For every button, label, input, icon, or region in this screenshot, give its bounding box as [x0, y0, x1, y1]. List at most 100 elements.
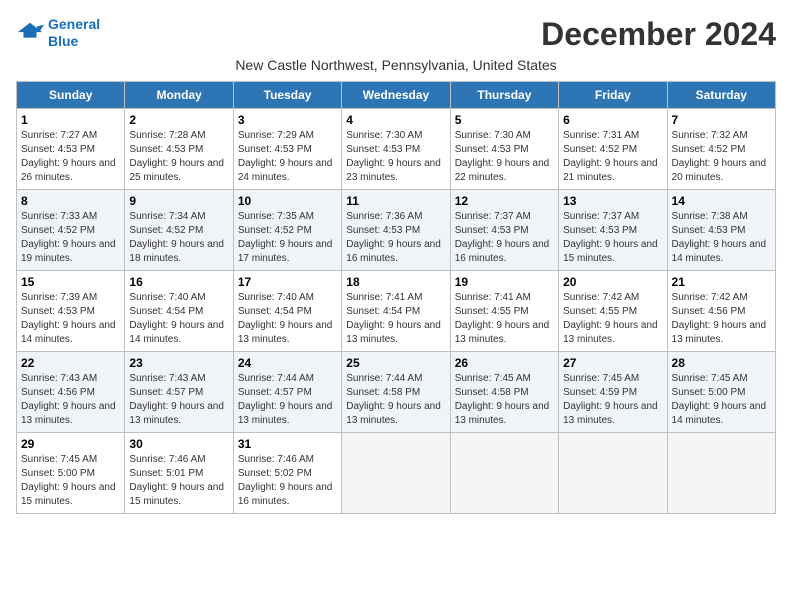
calendar-cell: 27 Sunrise: 7:45 AMSunset: 4:59 PMDayligh…: [559, 352, 667, 433]
weekday-header-thursday: Thursday: [450, 82, 558, 109]
day-info: Sunrise: 7:30 AMSunset: 4:53 PMDaylight:…: [455, 129, 554, 185]
calendar-cell: [559, 433, 667, 514]
day-number: 22: [21, 356, 120, 370]
day-number: 23: [129, 356, 228, 370]
calendar-cell: 30 Sunrise: 7:46 AMSunset: 5:01 PMDayligh…: [125, 433, 233, 514]
day-number: 19: [455, 275, 554, 289]
day-number: 13: [563, 194, 662, 208]
weekday-header-sunday: Sunday: [17, 82, 125, 109]
calendar-cell: 17 Sunrise: 7:40 AMSunset: 4:54 PMDayligh…: [233, 271, 341, 352]
calendar-cell: 20 Sunrise: 7:42 AMSunset: 4:55 PMDayligh…: [559, 271, 667, 352]
day-number: 28: [672, 356, 771, 370]
month-title: December 2024: [541, 16, 776, 53]
location-title: New Castle Northwest, Pennsylvania, Unit…: [16, 57, 776, 73]
calendar-cell: 22Sunrise: 7:43 AMSunset: 4:56 PMDayligh…: [17, 352, 125, 433]
day-number: 2: [129, 113, 228, 127]
day-number: 25: [346, 356, 445, 370]
day-info: Sunrise: 7:46 AMSunset: 5:01 PMDaylight:…: [129, 453, 228, 509]
day-info: Sunrise: 7:37 AMSunset: 4:53 PMDaylight:…: [455, 210, 554, 266]
calendar-cell: [450, 433, 558, 514]
calendar-cell: [342, 433, 450, 514]
day-number: 18: [346, 275, 445, 289]
calendar-cell: 18 Sunrise: 7:41 AMSunset: 4:54 PMDayligh…: [342, 271, 450, 352]
calendar-week-row: 1 Sunrise: 7:27 AMSunset: 4:53 PMDaylight…: [17, 109, 776, 190]
day-info: Sunrise: 7:28 AMSunset: 4:53 PMDaylight:…: [129, 129, 228, 185]
day-info: Sunrise: 7:30 AMSunset: 4:53 PMDaylight:…: [346, 129, 445, 185]
calendar-cell: 14 Sunrise: 7:38 AMSunset: 4:53 PMDayligh…: [667, 190, 775, 271]
day-info: Sunrise: 7:45 AMSunset: 5:00 PMDaylight:…: [21, 453, 120, 509]
page-header: GeneralBlue December 2024: [16, 16, 776, 53]
calendar-cell: 29 Sunrise: 7:45 AMSunset: 5:00 PMDayligh…: [17, 433, 125, 514]
day-number: 30: [129, 437, 228, 451]
calendar-cell: 7 Sunrise: 7:32 AMSunset: 4:52 PMDaylight…: [667, 109, 775, 190]
logo: GeneralBlue: [16, 16, 100, 50]
day-info: Sunrise: 7:43 AMSunset: 4:57 PMDaylight:…: [129, 372, 228, 428]
day-info: Sunrise: 7:41 AMSunset: 4:54 PMDaylight:…: [346, 291, 445, 347]
calendar-cell: 19Sunrise: 7:41 AMSunset: 4:55 PMDayligh…: [450, 271, 558, 352]
day-number: 9: [129, 194, 228, 208]
day-info: Sunrise: 7:37 AMSunset: 4:53 PMDaylight:…: [563, 210, 662, 266]
calendar-week-row: 22Sunrise: 7:43 AMSunset: 4:56 PMDayligh…: [17, 352, 776, 433]
day-info: Sunrise: 7:42 AMSunset: 4:55 PMDaylight:…: [563, 291, 662, 347]
day-number: 5: [455, 113, 554, 127]
day-info: Sunrise: 7:32 AMSunset: 4:52 PMDaylight:…: [672, 129, 771, 185]
day-info: Sunrise: 7:42 AMSunset: 4:56 PMDaylight:…: [672, 291, 771, 347]
calendar-header-row: SundayMondayTuesdayWednesdayThursdayFrid…: [17, 82, 776, 109]
day-number: 1: [21, 113, 120, 127]
day-info: Sunrise: 7:44 AMSunset: 4:57 PMDaylight:…: [238, 372, 337, 428]
calendar-cell: 6Sunrise: 7:31 AMSunset: 4:52 PMDaylight…: [559, 109, 667, 190]
calendar-cell: [667, 433, 775, 514]
day-number: 31: [238, 437, 337, 451]
calendar-table: SundayMondayTuesdayWednesdayThursdayFrid…: [16, 81, 776, 514]
day-number: 8: [21, 194, 120, 208]
day-number: 14: [672, 194, 771, 208]
day-number: 10: [238, 194, 337, 208]
calendar-cell: 3 Sunrise: 7:29 AMSunset: 4:53 PMDaylight…: [233, 109, 341, 190]
day-number: 4: [346, 113, 445, 127]
calendar-cell: 26 Sunrise: 7:45 AMSunset: 4:58 PMDayligh…: [450, 352, 558, 433]
day-number: 21: [672, 275, 771, 289]
calendar-cell: 31 Sunrise: 7:46 AMSunset: 5:02 PMDayligh…: [233, 433, 341, 514]
day-info: Sunrise: 7:33 AMSunset: 4:52 PMDaylight:…: [21, 210, 120, 266]
day-info: Sunrise: 7:27 AMSunset: 4:53 PMDaylight:…: [21, 129, 120, 185]
day-info: Sunrise: 7:34 AMSunset: 4:52 PMDaylight:…: [129, 210, 228, 266]
calendar-cell: 16 Sunrise: 7:40 AMSunset: 4:54 PMDayligh…: [125, 271, 233, 352]
calendar-cell: 10 Sunrise: 7:35 AMSunset: 4:52 PMDayligh…: [233, 190, 341, 271]
day-info: Sunrise: 7:31 AMSunset: 4:52 PMDaylight:…: [563, 129, 662, 185]
calendar-cell: 13 Sunrise: 7:37 AMSunset: 4:53 PMDayligh…: [559, 190, 667, 271]
day-info: Sunrise: 7:35 AMSunset: 4:52 PMDaylight:…: [238, 210, 337, 266]
day-number: 16: [129, 275, 228, 289]
day-info: Sunrise: 7:45 AMSunset: 5:00 PMDaylight:…: [672, 372, 771, 428]
calendar-cell: 15 Sunrise: 7:39 AMSunset: 4:53 PMDayligh…: [17, 271, 125, 352]
day-info: Sunrise: 7:45 AMSunset: 4:58 PMDaylight:…: [455, 372, 554, 428]
day-number: 7: [672, 113, 771, 127]
day-info: Sunrise: 7:44 AMSunset: 4:58 PMDaylight:…: [346, 372, 445, 428]
calendar-cell: 1 Sunrise: 7:27 AMSunset: 4:53 PMDaylight…: [17, 109, 125, 190]
day-number: 17: [238, 275, 337, 289]
day-info: Sunrise: 7:39 AMSunset: 4:53 PMDaylight:…: [21, 291, 120, 347]
day-number: 20: [563, 275, 662, 289]
calendar-week-row: 8 Sunrise: 7:33 AMSunset: 4:52 PMDaylight…: [17, 190, 776, 271]
weekday-header-friday: Friday: [559, 82, 667, 109]
calendar-week-row: 29 Sunrise: 7:45 AMSunset: 5:00 PMDayligh…: [17, 433, 776, 514]
day-info: Sunrise: 7:38 AMSunset: 4:53 PMDaylight:…: [672, 210, 771, 266]
day-info: Sunrise: 7:40 AMSunset: 4:54 PMDaylight:…: [129, 291, 228, 347]
day-number: 15: [21, 275, 120, 289]
day-number: 29: [21, 437, 120, 451]
weekday-header-monday: Monday: [125, 82, 233, 109]
day-info: Sunrise: 7:29 AMSunset: 4:53 PMDaylight:…: [238, 129, 337, 185]
calendar-cell: 23 Sunrise: 7:43 AMSunset: 4:57 PMDayligh…: [125, 352, 233, 433]
day-number: 3: [238, 113, 337, 127]
day-info: Sunrise: 7:46 AMSunset: 5:02 PMDaylight:…: [238, 453, 337, 509]
day-info: Sunrise: 7:40 AMSunset: 4:54 PMDaylight:…: [238, 291, 337, 347]
calendar-cell: 4 Sunrise: 7:30 AMSunset: 4:53 PMDaylight…: [342, 109, 450, 190]
day-number: 24: [238, 356, 337, 370]
day-number: 26: [455, 356, 554, 370]
day-info: Sunrise: 7:45 AMSunset: 4:59 PMDaylight:…: [563, 372, 662, 428]
day-number: 12: [455, 194, 554, 208]
day-number: 27: [563, 356, 662, 370]
calendar-cell: 11Sunrise: 7:36 AMSunset: 4:53 PMDayligh…: [342, 190, 450, 271]
calendar-cell: 28 Sunrise: 7:45 AMSunset: 5:00 PMDayligh…: [667, 352, 775, 433]
calendar-cell: 5 Sunrise: 7:30 AMSunset: 4:53 PMDaylight…: [450, 109, 558, 190]
calendar-cell: 24 Sunrise: 7:44 AMSunset: 4:57 PMDayligh…: [233, 352, 341, 433]
